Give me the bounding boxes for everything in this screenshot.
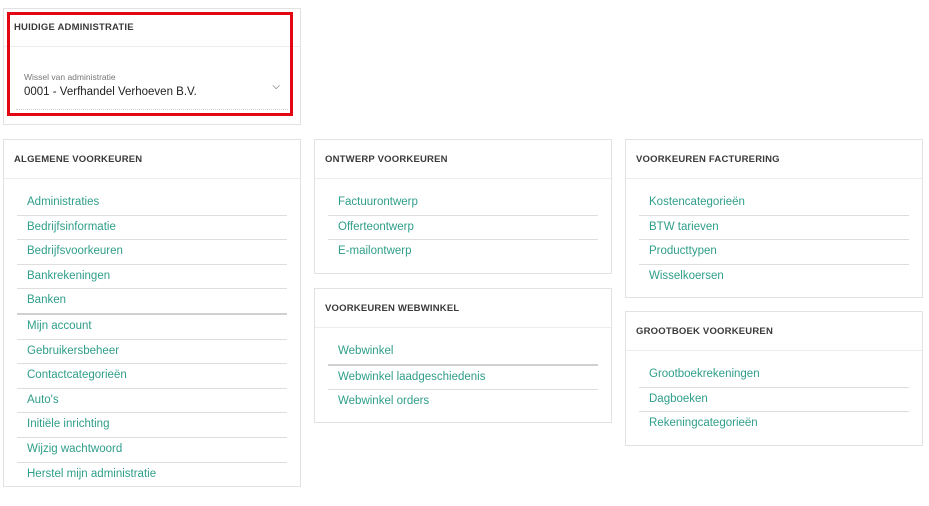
current-administration-panel: HUIDIGE ADMINISTRATIE Wissel van adminis… xyxy=(3,8,301,125)
administration-select-value: 0001 - Verfhandel Verhoeven B.V. xyxy=(24,86,197,98)
current-administration-title: HUIDIGE ADMINISTRATIE xyxy=(4,9,300,47)
general-preferences-title: ALGEMENE VOORKEUREN xyxy=(4,140,300,179)
administration-select-label: Wissel van administratie xyxy=(24,72,116,82)
link-btw-tarieven[interactable]: BTW tarieven xyxy=(639,216,909,241)
general-preferences-panel: ALGEMENE VOORKEUREN Administraties Bedri… xyxy=(3,139,301,487)
link-autos[interactable]: Auto's xyxy=(17,389,287,414)
link-bankrekeningen[interactable]: Bankrekeningen xyxy=(17,265,287,290)
chevron-down-icon[interactable]: ⌵ xyxy=(272,81,280,92)
link-banken[interactable]: Banken xyxy=(17,289,287,315)
link-grootboekrekeningen[interactable]: Grootboekrekeningen xyxy=(639,363,909,388)
link-bedrijfsinformatie[interactable]: Bedrijfsinformatie xyxy=(17,216,287,241)
link-factuurontwerp[interactable]: Factuurontwerp xyxy=(328,191,598,216)
webshop-preferences-title: VOORKEUREN WEBWINKEL xyxy=(315,289,611,328)
design-preferences-panel: ONTWERP VOORKEUREN Factuurontwerp Offert… xyxy=(314,139,612,274)
ledger-preferences-title: GROOTBOEK VOORKEUREN xyxy=(626,312,922,351)
link-wisselkoersen[interactable]: Wisselkoersen xyxy=(639,265,909,289)
link-webwinkel-orders[interactable]: Webwinkel orders xyxy=(328,390,598,414)
link-gebruikersbeheer[interactable]: Gebruikersbeheer xyxy=(17,340,287,365)
webshop-preferences-panel: VOORKEUREN WEBWINKEL Webwinkel Webwinkel… xyxy=(314,288,612,423)
link-kostencategorieen[interactable]: Kostencategorieën xyxy=(639,191,909,216)
design-preferences-title: ONTWERP VOORKEUREN xyxy=(315,140,611,179)
administration-select[interactable]: Wissel van administratie 0001 - Verfhand… xyxy=(16,65,288,110)
invoicing-preferences-title: VOORKEUREN FACTURERING xyxy=(626,140,922,179)
link-bedrijfsvoorkeuren[interactable]: Bedrijfsvoorkeuren xyxy=(17,240,287,265)
link-offerteontwerp[interactable]: Offerteontwerp xyxy=(328,216,598,241)
link-wijzig-wachtwoord[interactable]: Wijzig wachtwoord xyxy=(17,438,287,463)
link-webwinkel[interactable]: Webwinkel xyxy=(328,340,598,366)
link-producttypen[interactable]: Producttypen xyxy=(639,240,909,265)
link-dagboeken[interactable]: Dagboeken xyxy=(639,388,909,413)
link-webwinkel-laadgeschiedenis[interactable]: Webwinkel laadgeschiedenis xyxy=(328,366,598,391)
link-mijn-account[interactable]: Mijn account xyxy=(17,315,287,340)
link-contactcategorieen[interactable]: Contactcategorieën xyxy=(17,364,287,389)
link-administraties[interactable]: Administraties xyxy=(17,191,287,216)
link-emailontwerp[interactable]: E-mailontwerp xyxy=(328,240,598,264)
link-rekeningcategorieen[interactable]: Rekeningcategorieën xyxy=(639,412,909,436)
ledger-preferences-panel: GROOTBOEK VOORKEUREN Grootboekrekeningen… xyxy=(625,311,923,446)
link-herstel-administratie[interactable]: Herstel mijn administratie xyxy=(17,463,287,487)
invoicing-preferences-panel: VOORKEUREN FACTURERING Kostencategorieën… xyxy=(625,139,923,298)
link-initiele-inrichting[interactable]: Initiële inrichting xyxy=(17,413,287,438)
